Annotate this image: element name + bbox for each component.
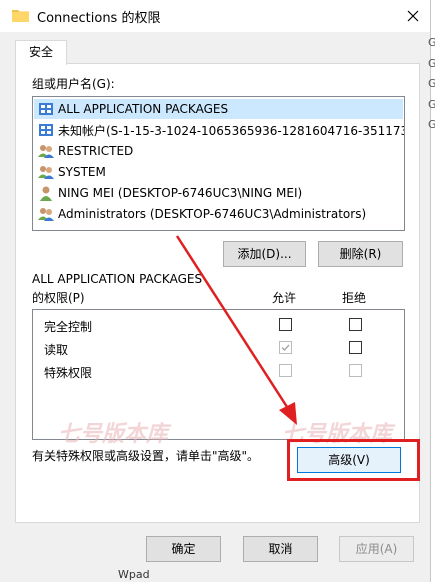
annotation-arrow bbox=[175, 235, 297, 425]
apply-button[interactable]: 应用(A) bbox=[339, 536, 414, 562]
cancel-button[interactable]: 取消 bbox=[243, 536, 318, 562]
tab-security[interactable]: 安全 bbox=[15, 40, 67, 65]
ok-button[interactable]: 确定 bbox=[146, 536, 221, 562]
background-text: Wpad bbox=[118, 568, 150, 581]
